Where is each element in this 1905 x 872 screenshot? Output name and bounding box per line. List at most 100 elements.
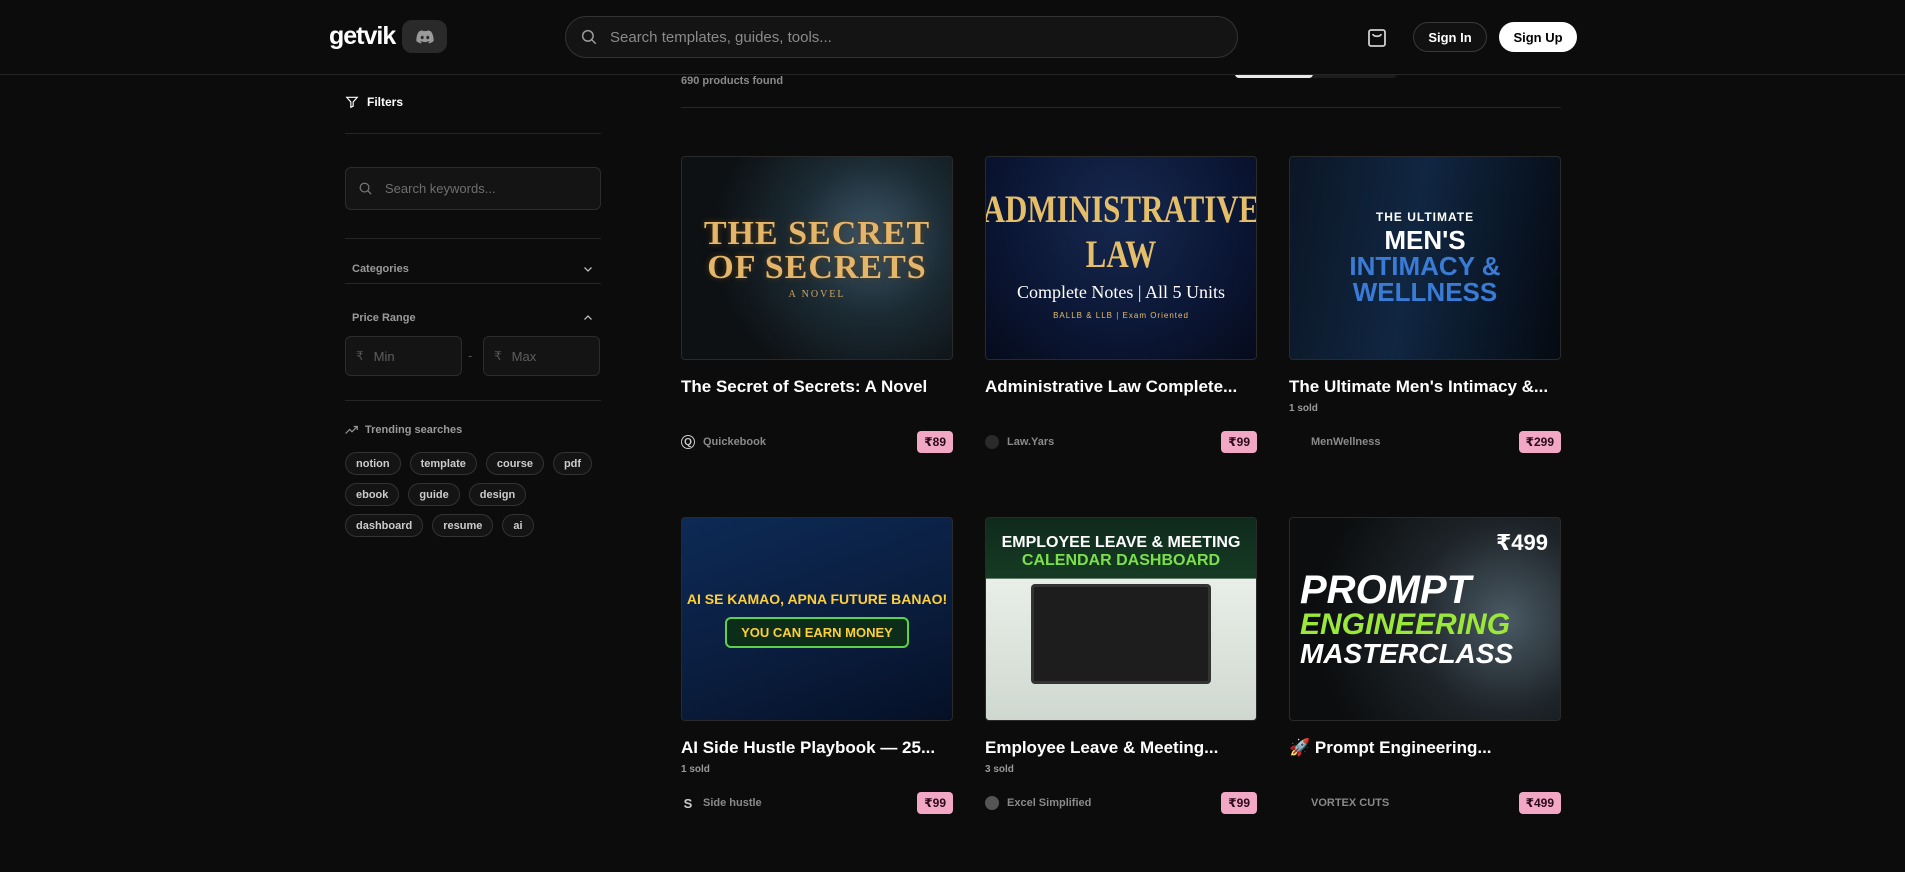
seller-name: Law.Yars (1007, 436, 1055, 448)
products-count: 690 products found (681, 75, 784, 87)
currency-symbol: ₹ (494, 349, 502, 363)
price-badge: ₹99 (917, 792, 953, 814)
keyword-search-input[interactable] (385, 181, 585, 196)
product-thumbnail[interactable]: THE ULTIMATE MEN'S INTIMACY & WELLNESS (1289, 156, 1561, 360)
product-meta: VORTEX CUTS ₹499 (1289, 792, 1561, 814)
seller[interactable]: S Side hustle (681, 796, 762, 811)
product-card[interactable]: EMPLOYEE LEAVE & MEETING CALENDAR DASHBO… (985, 517, 1257, 814)
sign-up-button[interactable]: Sign Up (1499, 22, 1577, 52)
categories-label: Categories (352, 263, 409, 275)
tag-pdf[interactable]: pdf (552, 452, 593, 475)
search-icon (359, 182, 372, 195)
price-range-toggle[interactable]: Price Range (345, 306, 601, 330)
tag-dashboard[interactable]: dashboard (345, 514, 424, 537)
cover-subtitle: A NOVEL (788, 288, 846, 300)
tag-course[interactable]: course (485, 452, 544, 475)
product-card[interactable]: ADMINISTRATIVE LAW Complete Notes | All … (985, 156, 1257, 453)
search-icon (581, 29, 597, 45)
product-meta: Excel Simplified ₹99 (985, 792, 1257, 814)
cover-title: PROMPT (1300, 568, 1472, 612)
sign-in-button[interactable]: Sign In (1413, 22, 1487, 52)
discord-button[interactable] (402, 20, 447, 53)
cover-subtitle: THE ULTIMATE (1375, 210, 1475, 224)
seller-avatar (1289, 796, 1303, 810)
cart-button[interactable] (1364, 24, 1390, 50)
sold-count: 1 sold (681, 764, 710, 775)
cover-title: ENGINEERING (1300, 608, 1511, 641)
chevron-down-icon (584, 267, 592, 272)
product-meta: MenWellness ₹299 (1289, 431, 1561, 453)
divider (345, 238, 601, 239)
product-meta: S Side hustle ₹99 (681, 792, 953, 814)
cover-title: WELLNESS (1352, 277, 1498, 307)
product-card[interactable]: THE SECRET OF SECRETS A NOVEL The Secret… (681, 156, 953, 453)
cover-banner-text: YOU CAN (741, 624, 802, 640)
tag-design[interactable]: design (468, 483, 527, 506)
global-search[interactable] (565, 16, 1238, 58)
trending-tags: notion template course pdf ebook guide d… (345, 452, 601, 537)
product-title[interactable]: The Ultimate Men's Intimacy &... (1289, 377, 1561, 397)
divider (345, 400, 601, 401)
divider (345, 133, 601, 134)
seller[interactable]: VORTEX CUTS (1289, 796, 1389, 810)
tag-notion[interactable]: notion (345, 452, 401, 475)
trending-header: Trending searches (345, 424, 462, 436)
seller[interactable]: Law.Yars (985, 435, 1054, 449)
sold-count (985, 403, 1257, 415)
sold-count: 3 sold (985, 764, 1014, 775)
cover-title: MEN'S (1384, 225, 1466, 255)
price-range-label: Price Range (352, 312, 416, 324)
cover-title: EMPLOYEE LEAVE & MEETING (1001, 534, 1241, 551)
price-badge: ₹99 (1221, 431, 1257, 453)
seller[interactable]: Q Quickebook (681, 435, 766, 449)
product-thumbnail[interactable]: AI SE KAMAO, APNA FUTURE BANAO! YOU CAN … (681, 517, 953, 721)
seller[interactable]: Excel Simplified (985, 796, 1091, 810)
cover-title: ADMINISTRATIVE LAW (985, 187, 1257, 276)
tag-ebook[interactable]: ebook (345, 483, 400, 506)
product-thumbnail[interactable]: ADMINISTRATIVE LAW Complete Notes | All … (985, 156, 1257, 360)
cover-banner-highlight: EARN MONEY (804, 624, 893, 640)
product-card[interactable]: ₹499 PROMPT ENGINEERING MASTERCLASS 🚀 Pr… (1289, 517, 1561, 814)
product-title[interactable]: AI Side Hustle Playbook — 25... (681, 738, 953, 758)
tag-ai[interactable]: ai (502, 514, 534, 537)
price-separator: - (468, 348, 473, 363)
filters-label: Filters (367, 95, 404, 109)
divider (681, 107, 1561, 108)
product-title[interactable]: The Secret of Secrets: A Novel (681, 377, 953, 397)
discord-icon (415, 29, 434, 43)
product-thumbnail[interactable]: EMPLOYEE LEAVE & MEETING CALENDAR DASHBO… (985, 517, 1257, 721)
seller-avatar: Q (681, 435, 695, 449)
cover-subtitle: Complete Notes | All 5 Units (1016, 282, 1226, 302)
price-badge: ₹299 (1518, 431, 1561, 453)
price-badge: ₹99 (1221, 792, 1257, 814)
sold-count: 1 sold (1289, 403, 1318, 414)
trending-label: Trending searches (365, 424, 463, 436)
product-card[interactable]: AI SE KAMAO, APNA FUTURE BANAO! YOU CAN … (681, 517, 953, 814)
cover-subtitle: CALENDAR DASHBOARD (1021, 552, 1221, 569)
price-badge: ₹499 (1518, 792, 1561, 814)
price-max-field[interactable]: ₹ (483, 336, 600, 376)
product-title[interactable]: 🚀 Prompt Engineering... (1289, 738, 1561, 758)
product-card[interactable]: THE ULTIMATE MEN'S INTIMACY & WELLNESS T… (1289, 156, 1561, 453)
price-min-input[interactable] (373, 348, 444, 364)
sold-count (681, 403, 953, 415)
tag-guide[interactable]: guide (408, 483, 460, 506)
product-title[interactable]: Employee Leave & Meeting... (985, 738, 1257, 758)
product-thumbnail[interactable]: ₹499 PROMPT ENGINEERING MASTERCLASS (1289, 517, 1561, 721)
keyword-search[interactable] (345, 167, 601, 210)
global-search-input[interactable] (610, 28, 1190, 46)
cover-title: INTIMACY & (1349, 251, 1501, 281)
cover-price: ₹499 (1495, 530, 1548, 555)
product-title[interactable]: Administrative Law Complete... (985, 377, 1257, 397)
tag-resume[interactable]: resume (432, 514, 494, 537)
getvik-logo[interactable]: getvik (329, 22, 396, 51)
product-thumbnail[interactable]: THE SECRET OF SECRETS A NOVEL (681, 156, 953, 360)
categories-toggle[interactable]: Categories (345, 257, 601, 281)
tag-template[interactable]: template (409, 452, 477, 475)
top-header: getvik Sign In Sign Up (0, 0, 1905, 75)
price-min-field[interactable]: ₹ (345, 336, 462, 376)
cover-caption: BALLB & LLB | Exam Oriented (1053, 311, 1189, 320)
seller[interactable]: MenWellness (1289, 435, 1381, 449)
product-meta: Law.Yars ₹99 (985, 431, 1257, 453)
price-max-input[interactable] (511, 348, 582, 364)
